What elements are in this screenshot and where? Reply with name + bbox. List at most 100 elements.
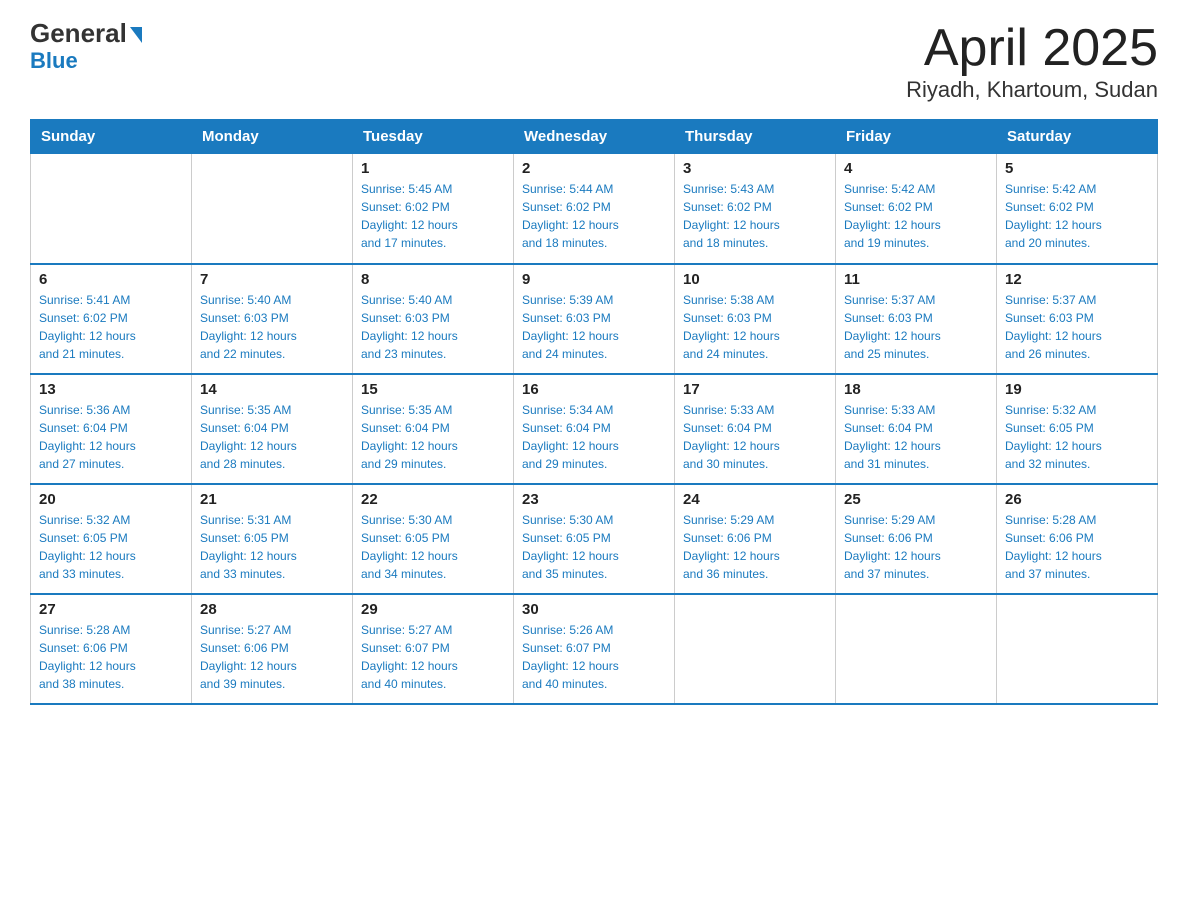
day-info: Sunrise: 5:39 AMSunset: 6:03 PMDaylight:…: [522, 291, 666, 363]
calendar-day-cell: 25 Sunrise: 5:29 AMSunset: 6:06 PMDayligh…: [836, 484, 997, 594]
day-info: Sunrise: 5:28 AMSunset: 6:06 PMDaylight:…: [1005, 511, 1149, 583]
calendar-day-cell: 13 Sunrise: 5:36 AMSunset: 6:04 PMDayligh…: [31, 374, 192, 484]
day-info: Sunrise: 5:30 AMSunset: 6:05 PMDaylight:…: [522, 511, 666, 583]
calendar-day-cell: 5 Sunrise: 5:42 AMSunset: 6:02 PMDaylight…: [997, 154, 1158, 264]
day-info: Sunrise: 5:32 AMSunset: 6:05 PMDaylight:…: [39, 511, 183, 583]
day-number: 2: [522, 160, 666, 177]
calendar-day-cell: 16 Sunrise: 5:34 AMSunset: 6:04 PMDayligh…: [514, 374, 675, 484]
day-info: Sunrise: 5:35 AMSunset: 6:04 PMDaylight:…: [200, 401, 344, 473]
calendar-day-cell: 10 Sunrise: 5:38 AMSunset: 6:03 PMDayligh…: [675, 264, 836, 374]
calendar-day-cell: 21 Sunrise: 5:31 AMSunset: 6:05 PMDayligh…: [192, 484, 353, 594]
day-number: 7: [200, 271, 344, 288]
day-number: 8: [361, 271, 505, 288]
day-info: Sunrise: 5:31 AMSunset: 6:05 PMDaylight:…: [200, 511, 344, 583]
calendar-day-cell: 28Sunrise: 5:27 AMSunset: 6:06 PMDayligh…: [192, 594, 353, 704]
calendar-subtitle: Riyadh, Khartoum, Sudan: [906, 77, 1158, 103]
day-of-week-header: Thursday: [675, 120, 836, 154]
calendar-day-cell: 15Sunrise: 5:35 AMSunset: 6:04 PMDayligh…: [353, 374, 514, 484]
logo-line2: Blue: [30, 48, 78, 74]
day-of-week-header: Wednesday: [514, 120, 675, 154]
calendar-day-cell: 2Sunrise: 5:44 AMSunset: 6:02 PMDaylight…: [514, 154, 675, 264]
calendar-week-row: 27 Sunrise: 5:28 AMSunset: 6:06 PMDayligh…: [31, 594, 1158, 704]
calendar-day-cell: [31, 154, 192, 264]
day-of-week-header: Tuesday: [353, 120, 514, 154]
day-info: Sunrise: 5:36 AMSunset: 6:04 PMDaylight:…: [39, 401, 183, 473]
day-info: Sunrise: 5:38 AMSunset: 6:03 PMDaylight:…: [683, 291, 827, 363]
calendar-week-row: 6Sunrise: 5:41 AMSunset: 6:02 PMDaylight…: [31, 264, 1158, 374]
calendar-day-cell: [997, 594, 1158, 704]
day-number: 21: [200, 491, 344, 508]
day-number: 9: [522, 271, 666, 288]
title-block: April 2025 Riyadh, Khartoum, Sudan: [906, 20, 1158, 103]
day-info: Sunrise: 5:42 AMSunset: 6:02 PMDaylight:…: [1005, 180, 1149, 252]
day-info: Sunrise: 5:29 AMSunset: 6:06 PMDaylight:…: [683, 511, 827, 583]
day-info: Sunrise: 5:29 AMSunset: 6:06 PMDaylight:…: [844, 511, 988, 583]
day-number: 22: [361, 491, 505, 508]
calendar-day-cell: 18 Sunrise: 5:33 AMSunset: 6:04 PMDayligh…: [836, 374, 997, 484]
calendar-day-cell: [675, 594, 836, 704]
day-number: 16: [522, 381, 666, 398]
day-number: 25: [844, 491, 988, 508]
day-info: Sunrise: 5:34 AMSunset: 6:04 PMDaylight:…: [522, 401, 666, 473]
calendar-day-cell: 27 Sunrise: 5:28 AMSunset: 6:06 PMDayligh…: [31, 594, 192, 704]
day-number: 13: [39, 381, 183, 398]
day-number: 26: [1005, 491, 1149, 508]
day-info: Sunrise: 5:43 AMSunset: 6:02 PMDaylight:…: [683, 180, 827, 252]
day-info: Sunrise: 5:35 AMSunset: 6:04 PMDaylight:…: [361, 401, 505, 473]
day-number: 10: [683, 271, 827, 288]
day-number: 30: [522, 601, 666, 618]
page-header: General Blue April 2025 Riyadh, Khartoum…: [30, 20, 1158, 103]
day-number: 4: [844, 160, 988, 177]
day-number: 3: [683, 160, 827, 177]
calendar-day-cell: 22 Sunrise: 5:30 AMSunset: 6:05 PMDayligh…: [353, 484, 514, 594]
day-number: 20: [39, 491, 183, 508]
day-number: 18: [844, 381, 988, 398]
day-number: 6: [39, 271, 183, 288]
calendar-day-cell: 9 Sunrise: 5:39 AMSunset: 6:03 PMDaylight…: [514, 264, 675, 374]
calendar-week-row: 20 Sunrise: 5:32 AMSunset: 6:05 PMDayligh…: [31, 484, 1158, 594]
day-info: Sunrise: 5:42 AMSunset: 6:02 PMDaylight:…: [844, 180, 988, 252]
day-info: Sunrise: 5:37 AMSunset: 6:03 PMDaylight:…: [1005, 291, 1149, 363]
day-number: 23: [522, 491, 666, 508]
calendar-day-cell: 11 Sunrise: 5:37 AMSunset: 6:03 PMDayligh…: [836, 264, 997, 374]
day-of-week-header: Friday: [836, 120, 997, 154]
calendar-day-cell: 19 Sunrise: 5:32 AMSunset: 6:05 PMDayligh…: [997, 374, 1158, 484]
day-number: 27: [39, 601, 183, 618]
calendar-day-cell: 3 Sunrise: 5:43 AMSunset: 6:02 PMDaylight…: [675, 154, 836, 264]
calendar-title: April 2025: [906, 20, 1158, 77]
logo-line1: General: [30, 20, 142, 46]
day-info: Sunrise: 5:28 AMSunset: 6:06 PMDaylight:…: [39, 621, 183, 693]
day-number: 11: [844, 271, 988, 288]
calendar-day-cell: [192, 154, 353, 264]
day-number: 5: [1005, 160, 1149, 177]
day-info: Sunrise: 5:40 AMSunset: 6:03 PMDaylight:…: [361, 291, 505, 363]
day-of-week-header: Saturday: [997, 120, 1158, 154]
calendar-day-cell: 30 Sunrise: 5:26 AMSunset: 6:07 PMDayligh…: [514, 594, 675, 704]
day-number: 17: [683, 381, 827, 398]
calendar-table: SundayMondayTuesdayWednesdayThursdayFrid…: [30, 119, 1158, 705]
calendar-week-row: 13 Sunrise: 5:36 AMSunset: 6:04 PMDayligh…: [31, 374, 1158, 484]
day-info: Sunrise: 5:32 AMSunset: 6:05 PMDaylight:…: [1005, 401, 1149, 473]
calendar-day-cell: 6Sunrise: 5:41 AMSunset: 6:02 PMDaylight…: [31, 264, 192, 374]
calendar-day-cell: 12Sunrise: 5:37 AMSunset: 6:03 PMDayligh…: [997, 264, 1158, 374]
calendar-week-row: 1Sunrise: 5:45 AMSunset: 6:02 PMDaylight…: [31, 154, 1158, 264]
day-info: Sunrise: 5:26 AMSunset: 6:07 PMDaylight:…: [522, 621, 666, 693]
calendar-day-cell: 4 Sunrise: 5:42 AMSunset: 6:02 PMDaylight…: [836, 154, 997, 264]
day-number: 24: [683, 491, 827, 508]
calendar-day-cell: 24 Sunrise: 5:29 AMSunset: 6:06 PMDayligh…: [675, 484, 836, 594]
calendar-day-cell: 7 Sunrise: 5:40 AMSunset: 6:03 PMDaylight…: [192, 264, 353, 374]
calendar-day-cell: 8 Sunrise: 5:40 AMSunset: 6:03 PMDaylight…: [353, 264, 514, 374]
calendar-day-cell: 1Sunrise: 5:45 AMSunset: 6:02 PMDaylight…: [353, 154, 514, 264]
day-number: 1: [361, 160, 505, 177]
calendar-day-cell: 26 Sunrise: 5:28 AMSunset: 6:06 PMDayligh…: [997, 484, 1158, 594]
day-info: Sunrise: 5:30 AMSunset: 6:05 PMDaylight:…: [361, 511, 505, 583]
day-of-week-header: Monday: [192, 120, 353, 154]
day-info: Sunrise: 5:33 AMSunset: 6:04 PMDaylight:…: [844, 401, 988, 473]
day-info: Sunrise: 5:37 AMSunset: 6:03 PMDaylight:…: [844, 291, 988, 363]
day-number: 14: [200, 381, 344, 398]
day-info: Sunrise: 5:40 AMSunset: 6:03 PMDaylight:…: [200, 291, 344, 363]
day-number: 19: [1005, 381, 1149, 398]
day-number: 29: [361, 601, 505, 618]
day-of-week-header: Sunday: [31, 120, 192, 154]
calendar-header-row: SundayMondayTuesdayWednesdayThursdayFrid…: [31, 120, 1158, 154]
